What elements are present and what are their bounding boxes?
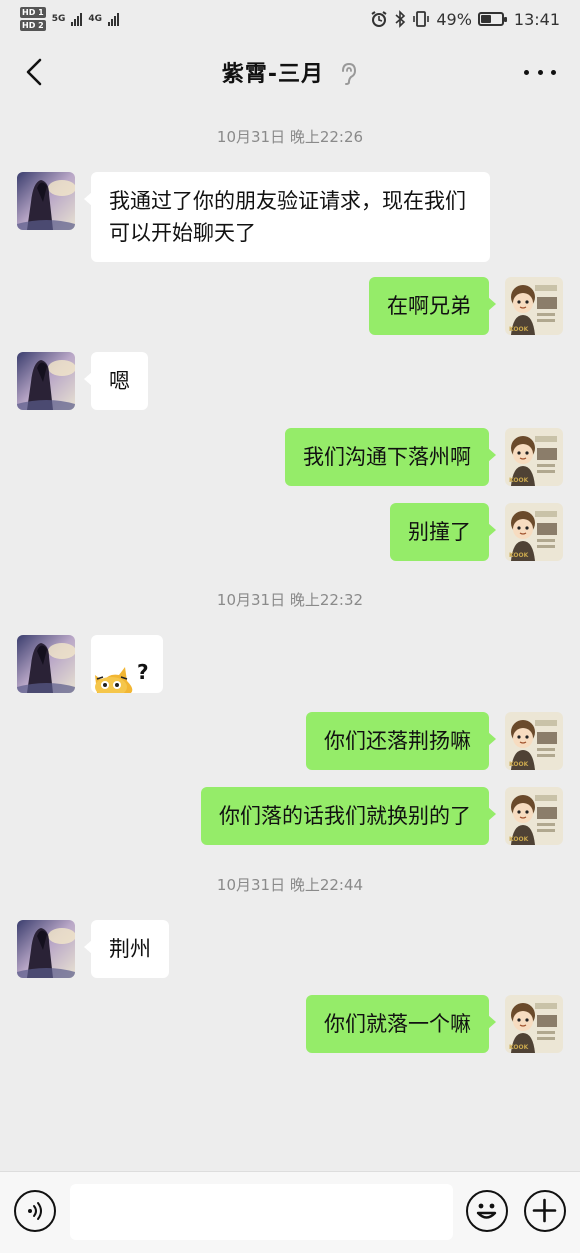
sticker-question-mark: ? <box>137 660 149 684</box>
dot-icon <box>551 69 556 75</box>
more-options-button[interactable] <box>524 60 556 84</box>
my-avatar[interactable] <box>505 787 563 845</box>
voice-input-button[interactable] <box>14 1190 56 1232</box>
message-input[interactable] <box>70 1184 453 1240</box>
message-bubble[interactable]: 别撞了 <box>390 503 496 561</box>
hd-indicators: HD 1 HD 2 <box>20 6 46 32</box>
status-left: HD 1 HD 2 5G 4G <box>20 6 119 32</box>
hd1-badge: HD 1 <box>20 7 46 18</box>
status-right: 49% 13:41 <box>370 10 560 29</box>
timestamp: 10月31日 晚上22:44 <box>216 876 364 894</box>
my-avatar[interactable] <box>505 712 563 770</box>
battery-fill <box>480 15 491 23</box>
bluetooth-icon <box>395 10 406 28</box>
plus-icon <box>532 1198 557 1223</box>
hd2-badge: HD 2 <box>20 20 46 31</box>
sticker-message[interactable]: ? <box>91 635 163 693</box>
signal-bars-icon <box>71 12 83 26</box>
timestamp: 10月31日 晚上22:32 <box>216 591 364 609</box>
message-bubble[interactable]: 你们落的话我们就换别的了 <box>201 787 496 845</box>
ear-mode-icon <box>342 62 357 85</box>
battery-icon <box>477 12 507 26</box>
chevron-left-icon <box>26 58 42 86</box>
emoji-button[interactable] <box>466 1190 508 1232</box>
back-button[interactable] <box>16 54 52 90</box>
message-bubble[interactable]: 嗯 <box>84 352 148 410</box>
network-5g-label: 5G <box>51 14 66 24</box>
more-functions-button[interactable] <box>524 1190 566 1232</box>
timestamp: 10月31日 晚上22:26 <box>216 128 364 146</box>
message-bubble[interactable]: 我通过了你的朋友验证请求，现在我们可以开始聊天了 <box>84 172 490 262</box>
my-avatar[interactable] <box>505 428 563 486</box>
contact-avatar[interactable] <box>17 920 75 978</box>
clock: 13:41 <box>513 9 560 29</box>
cat-sticker-icon: ? <box>95 660 149 693</box>
my-avatar[interactable] <box>505 277 563 335</box>
my-avatar[interactable] <box>505 995 563 1053</box>
contact-avatar[interactable] <box>17 172 75 230</box>
vibrate-icon <box>413 11 430 27</box>
dot-icon <box>537 69 543 75</box>
message-bubble[interactable]: 你们就落一个嘛 <box>306 995 496 1053</box>
battery-percent: 49% <box>436 9 472 29</box>
signal-bars-icon-2 <box>108 12 119 26</box>
network-4g-label: 4G <box>88 14 102 24</box>
voice-icon <box>28 1202 42 1220</box>
dot-icon <box>524 69 529 75</box>
message-bubble[interactable]: 你们还落荆扬嘛 <box>306 712 496 770</box>
status-bar: HD 1 HD 2 5G 4G 49% 13:41 <box>0 0 580 38</box>
contact-avatar[interactable] <box>17 352 75 410</box>
contact-avatar[interactable] <box>17 635 75 693</box>
input-bar <box>0 1171 580 1253</box>
alarm-icon <box>371 11 387 27</box>
smiley-icon <box>476 1203 497 1219</box>
chat-header: 紫霄-三月 <box>0 40 580 104</box>
message-bubble[interactable]: 在啊兄弟 <box>369 277 496 335</box>
message-bubble[interactable]: 荆州 <box>84 920 169 978</box>
my-avatar[interactable] <box>505 503 563 561</box>
chat-title: 紫霄-三月 <box>221 62 325 87</box>
message-bubble[interactable]: 我们沟通下落州啊 <box>285 428 496 486</box>
